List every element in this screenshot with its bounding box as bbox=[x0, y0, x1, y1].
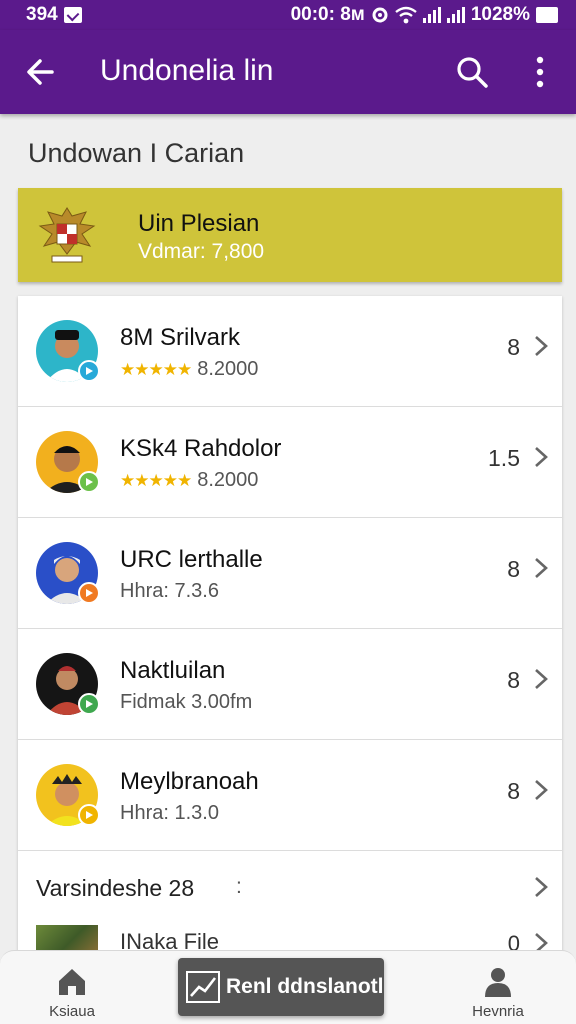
search-icon[interactable] bbox=[452, 52, 492, 92]
version-suffix: : bbox=[236, 875, 242, 898]
item-value: Fidmak 3.00fm bbox=[120, 691, 253, 713]
home-icon bbox=[59, 969, 85, 995]
badge-icon bbox=[78, 804, 100, 826]
item-count: 8 bbox=[507, 667, 520, 693]
item-name: Meylbranoah bbox=[120, 768, 259, 795]
badge-icon bbox=[78, 582, 100, 604]
item-name: Naktluilan bbox=[120, 657, 226, 684]
status-bar: 394 00:0: 8м 1028% bbox=[0, 0, 576, 30]
featured-card[interactable]: Uin Plesian Vdmar: 7,800 bbox=[18, 188, 562, 282]
rating-stars: ★★★★★ bbox=[120, 470, 192, 490]
battery-icon bbox=[536, 7, 558, 23]
version-row[interactable]: Varsindeshe 28 : bbox=[18, 851, 562, 921]
list-item[interactable]: Meylbranoah Hhra: 1.3.0 8 bbox=[18, 740, 562, 851]
list-item[interactable]: KSk4 Rahdolor ★★★★★ 8.2000 1.5 bbox=[18, 407, 562, 518]
signal-icon-2 bbox=[446, 7, 465, 23]
featured-subtitle: Vdmar: 7,800 bbox=[138, 240, 265, 263]
item-subtitle: Hhra: 1.3.0 bbox=[120, 802, 219, 825]
primary-action-button[interactable]: Renl ddnslanotl bbox=[178, 958, 384, 1016]
nav-profile[interactable]: Hevnria bbox=[448, 965, 548, 1024]
item-count: 1.5 bbox=[488, 445, 520, 471]
item-count: 8 bbox=[507, 778, 520, 804]
nav-home[interactable]: Ksiaua bbox=[22, 965, 122, 1024]
person-icon bbox=[485, 968, 511, 997]
item-value: 8.2000 bbox=[197, 358, 259, 380]
item-subtitle: Hhra: 7.3.6 bbox=[120, 580, 219, 603]
item-value: 8.2000 bbox=[197, 469, 259, 491]
item-list: 8M Srilvark ★★★★★ 8.2000 8 KSk4 Rahdolor… bbox=[18, 296, 562, 960]
status-time-left: 394 bbox=[26, 4, 58, 25]
list-item[interactable]: URC lerthalle Hhra: 7.3.6 8 bbox=[18, 518, 562, 629]
item-name: URC lerthalle bbox=[120, 546, 263, 573]
notification-icon bbox=[63, 7, 82, 23]
chevron-right-icon bbox=[535, 558, 548, 578]
app-bar: Undonelia lin bbox=[0, 30, 576, 114]
list-item[interactable]: Naktluilan Fidmak 3.00fm 8 bbox=[18, 629, 562, 740]
chevron-right-icon bbox=[535, 447, 548, 467]
section-title: Undowan I Carian bbox=[28, 138, 245, 168]
badge-icon bbox=[78, 360, 100, 382]
back-arrow-icon[interactable] bbox=[22, 52, 62, 92]
battery-text: 1028% bbox=[470, 4, 530, 25]
wifi-icon bbox=[395, 6, 417, 24]
chevron-right-icon bbox=[535, 780, 548, 800]
page-title: Undonelia lin bbox=[100, 54, 274, 87]
nav-profile-label: Hevnria bbox=[472, 1003, 524, 1020]
more-vert-icon[interactable] bbox=[522, 52, 558, 92]
featured-title: Uin Plesian bbox=[138, 210, 260, 237]
signal-icon bbox=[422, 7, 441, 23]
badge-icon bbox=[78, 693, 100, 715]
nav-home-label: Ksiaua bbox=[49, 1003, 95, 1020]
item-count: 8 bbox=[507, 334, 520, 360]
garuda-emblem-icon bbox=[38, 207, 96, 263]
chevron-right-icon bbox=[535, 877, 548, 897]
item-subtitle: ★★★★★ 8.2000 bbox=[120, 358, 258, 381]
list-item[interactable]: 8M Srilvark ★★★★★ 8.2000 8 bbox=[18, 296, 562, 407]
item-name: 8M Srilvark bbox=[120, 324, 241, 351]
settings-status-icon bbox=[372, 7, 388, 23]
version-label: Varsindeshe 28 bbox=[36, 875, 195, 901]
item-subtitle: ★★★★★ 8.2000 bbox=[120, 469, 258, 492]
item-value: Hhra: 1.3.0 bbox=[120, 802, 219, 824]
item-value: Hhra: 7.3.6 bbox=[120, 580, 219, 602]
chevron-right-icon bbox=[535, 669, 548, 689]
status-time-center: 00:0: 8м bbox=[290, 4, 365, 25]
badge-icon bbox=[78, 471, 100, 493]
item-count: 8 bbox=[507, 556, 520, 582]
primary-action-label: Renl ddnslanotl bbox=[226, 975, 384, 998]
item-subtitle: Fidmak 3.00fm bbox=[120, 691, 252, 714]
item-name: KSk4 Rahdolor bbox=[120, 435, 282, 462]
rating-stars: ★★★★★ bbox=[120, 359, 192, 379]
chart-icon bbox=[186, 971, 220, 1003]
chevron-right-icon bbox=[535, 336, 548, 356]
